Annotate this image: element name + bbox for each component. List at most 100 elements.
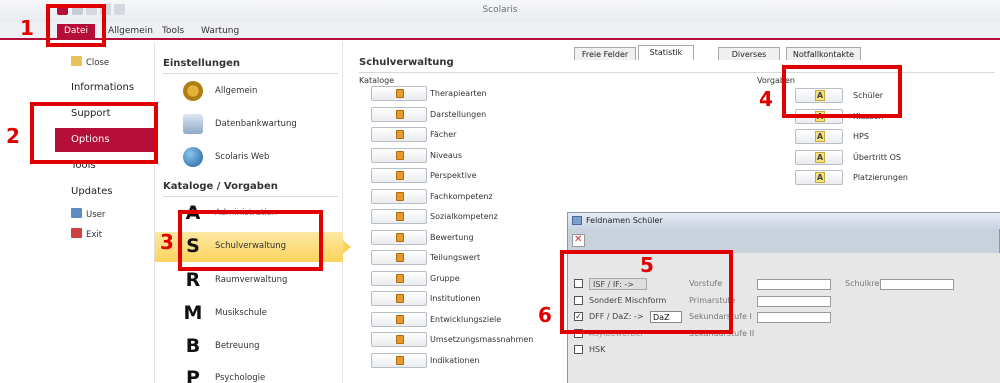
katalog-label: Niveaus xyxy=(430,150,463,160)
katalog-button[interactable] xyxy=(371,106,427,122)
katalog-button[interactable] xyxy=(371,188,427,204)
katalog-label: Institutionen xyxy=(430,294,481,303)
nav-close-label: Close xyxy=(86,58,110,68)
katalog-button[interactable] xyxy=(371,352,427,368)
katalog-label: Teilungswert xyxy=(430,253,481,262)
nav-updates[interactable]: Updates xyxy=(55,180,155,204)
item-psychologie[interactable]: P Psychologie xyxy=(155,364,343,383)
book-icon xyxy=(396,130,404,139)
vorgabe-label: HPS xyxy=(853,132,869,141)
row-label: HSK xyxy=(589,345,606,354)
katalog-label: Sozialkompetenz xyxy=(430,212,498,221)
vorgabe-button[interactable]: A xyxy=(795,149,843,165)
annotation-number-6: 6 xyxy=(538,303,552,327)
vorgabe-button[interactable]: A xyxy=(795,129,843,144)
window-title: Scolaris xyxy=(482,5,518,15)
annotation-box-1 xyxy=(46,4,106,47)
item-scolaris-web-label: Scolaris Web xyxy=(215,152,270,162)
letter-b-icon: B xyxy=(185,335,201,357)
text-field[interactable] xyxy=(757,279,831,290)
nav-exit[interactable]: Exit xyxy=(71,228,102,242)
folder-icon xyxy=(71,56,82,66)
row-checkbox[interactable] xyxy=(574,345,583,354)
text-field[interactable] xyxy=(757,312,831,323)
katalog-button[interactable] xyxy=(371,168,427,183)
exit-icon xyxy=(71,228,82,238)
divider xyxy=(163,73,338,74)
annotation-box-4 xyxy=(782,65,902,118)
katalog-button[interactable] xyxy=(371,332,427,347)
book-icon xyxy=(396,89,404,98)
katalog-button[interactable] xyxy=(371,291,427,306)
book-icon xyxy=(396,191,404,201)
tab-wartung[interactable]: Wartung xyxy=(196,24,244,39)
nav-close[interactable]: Close xyxy=(71,56,109,70)
book-icon xyxy=(396,150,404,160)
letter-a-icon: A xyxy=(815,151,825,163)
book-icon xyxy=(396,355,404,365)
katalog-button[interactable] xyxy=(371,270,427,286)
ribbon-tab-bar: Datei Allgemein Tools Wartung xyxy=(0,22,1000,40)
annotation-number-3: 3 xyxy=(160,230,174,254)
annotation-number-1: 1 xyxy=(20,16,34,40)
kataloge-label: Kataloge xyxy=(359,76,395,85)
item-psychologie-label: Psychologie xyxy=(215,373,266,383)
dialog-tab[interactable]: Statistik xyxy=(638,45,694,60)
dialog-title: Feldnamen Schüler xyxy=(586,216,663,225)
katalog-label: Gruppe xyxy=(430,273,460,283)
katalog-button[interactable] xyxy=(371,127,427,142)
nav-user-label: User xyxy=(86,210,106,220)
letter-a-icon: A xyxy=(815,172,825,183)
letter-m-icon: M xyxy=(183,302,203,324)
katalog-button[interactable] xyxy=(371,86,427,101)
book-icon xyxy=(396,273,404,283)
annotation-box-6 xyxy=(560,250,733,334)
dialog-tab[interactable]: Diverses xyxy=(718,47,780,60)
katalog-button[interactable] xyxy=(371,229,427,245)
nav-user[interactable]: User xyxy=(71,208,105,222)
dialog-tab[interactable]: Notfallkontakte xyxy=(786,47,861,60)
item-betreuung-label: Betreuung xyxy=(215,341,260,351)
dialog-tab[interactable]: Freie Felder xyxy=(574,47,636,60)
katalog-label: Umsetzungsmassnahmen xyxy=(430,335,534,344)
schulkreis-field[interactable] xyxy=(880,279,954,290)
database-icon xyxy=(183,114,203,134)
item-scolaris-web[interactable]: Scolaris Web xyxy=(155,143,343,173)
book-icon xyxy=(396,253,404,262)
item-datenbankwartung[interactable]: Datenbankwartung xyxy=(155,110,343,140)
title-bar: Scolaris xyxy=(0,0,1000,22)
tab-tools[interactable]: Tools xyxy=(157,24,189,39)
katalog-label: Indikationen xyxy=(430,355,480,365)
annotation-number-2: 2 xyxy=(6,124,20,148)
katalog-button[interactable] xyxy=(371,147,427,163)
katalog-button[interactable] xyxy=(371,209,427,224)
vorgabe-button[interactable]: A xyxy=(795,170,843,185)
item-datenbankwartung-label: Datenbankwartung xyxy=(215,119,297,129)
user-icon xyxy=(71,208,82,218)
vorgabe-label: Platzierungen xyxy=(853,173,908,182)
tab-allgemein[interactable]: Allgemein xyxy=(103,24,158,39)
dialog-titlebar[interactable]: Feldnamen Schüler xyxy=(568,213,1000,229)
nav-informations[interactable]: Informations xyxy=(55,76,155,100)
katalog-label: Entwicklungsziele xyxy=(430,314,502,324)
text-field[interactable] xyxy=(757,295,831,307)
katalog-label: Darstellungen xyxy=(430,109,487,119)
close-icon[interactable] xyxy=(572,234,585,247)
katalog-button[interactable] xyxy=(371,250,427,265)
letter-r-icon: R xyxy=(185,269,201,291)
item-allgemein[interactable]: Allgemein xyxy=(155,77,343,107)
book-icon xyxy=(396,212,404,221)
letter-a-icon: A xyxy=(815,131,825,142)
katalog-label: Perspektive xyxy=(430,171,477,180)
annotation-box-2 xyxy=(30,102,158,164)
divider xyxy=(163,196,338,197)
item-musikschule[interactable]: M Musikschule xyxy=(155,299,343,329)
vorgabe-label: Übertritt OS xyxy=(853,152,901,162)
item-allgemein-label: Allgemein xyxy=(215,86,258,96)
katalog-label: Therapiearten xyxy=(430,89,487,98)
katalog-button[interactable] xyxy=(371,311,427,327)
backstage-nav: Close Informations Support Options Tools… xyxy=(55,42,161,383)
item-betreuung[interactable]: B Betreuung xyxy=(155,332,343,362)
letter-p-icon: P xyxy=(186,367,200,383)
katalog-label: Bewertung xyxy=(430,232,474,242)
